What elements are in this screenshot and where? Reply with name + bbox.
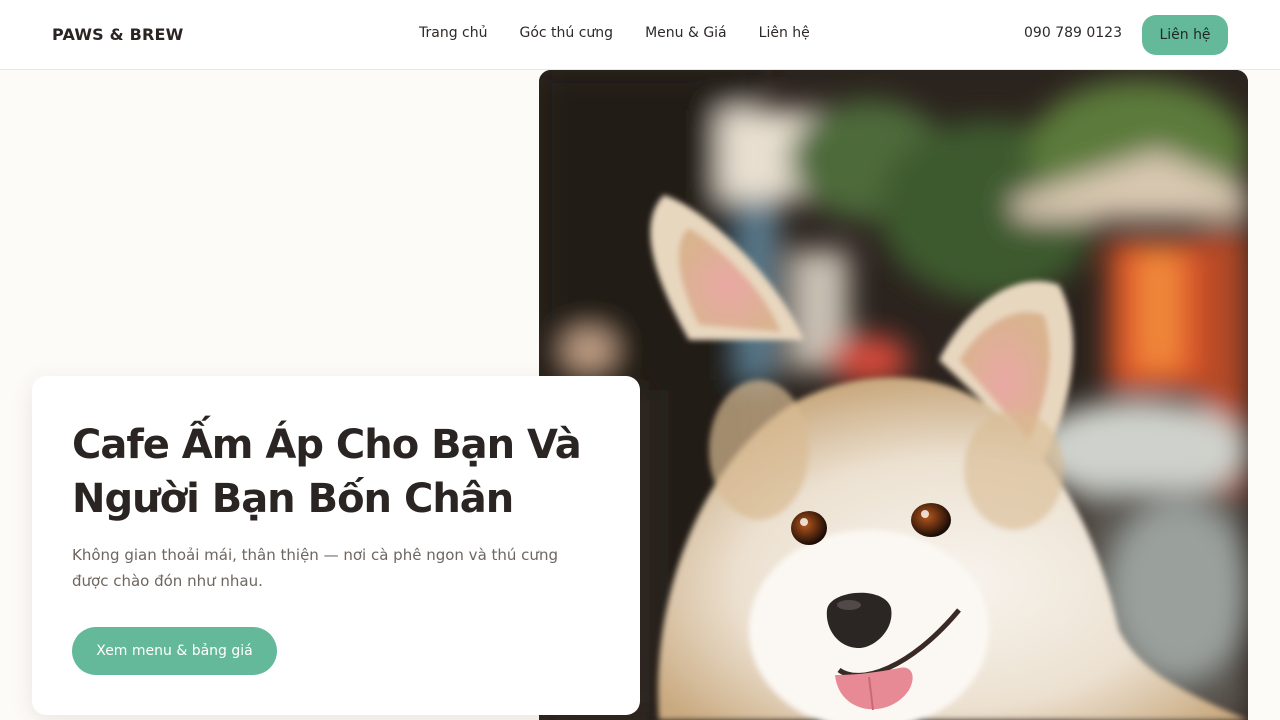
nav-item-pet-corner[interactable]: Góc thú cưng — [519, 25, 613, 41]
site-header: PAWS & BREW Trang chủ Góc thú cưng Menu … — [0, 0, 1280, 70]
brand-logo[interactable]: PAWS & BREW — [52, 25, 183, 44]
hero-photo — [539, 70, 1248, 720]
view-menu-button[interactable]: Xem menu & bảng giá — [72, 627, 277, 675]
hero-description: Không gian thoải mái, thân thiện — nơi c… — [72, 546, 558, 590]
contact-button[interactable]: Liên hệ — [1142, 15, 1228, 55]
nav-item-contact[interactable]: Liên hệ — [759, 25, 810, 41]
nav-item-home[interactable]: Trang chủ — [419, 25, 487, 41]
corgi-dog-photo — [539, 70, 1248, 720]
nav-item-menu-prices[interactable]: Menu & Giá — [645, 25, 727, 41]
phone-number[interactable]: 090 789 0123 — [1024, 25, 1122, 41]
hero-card: Cafe Ấm Áp Cho Bạn Và Người Bạn Bốn Chân… — [32, 376, 640, 715]
main-nav: Trang chủ Góc thú cưng Menu & Giá Liên h… — [419, 25, 810, 41]
hero-title: Cafe Ấm Áp Cho Bạn Và Người Bạn Bốn Chân — [72, 422, 582, 522]
